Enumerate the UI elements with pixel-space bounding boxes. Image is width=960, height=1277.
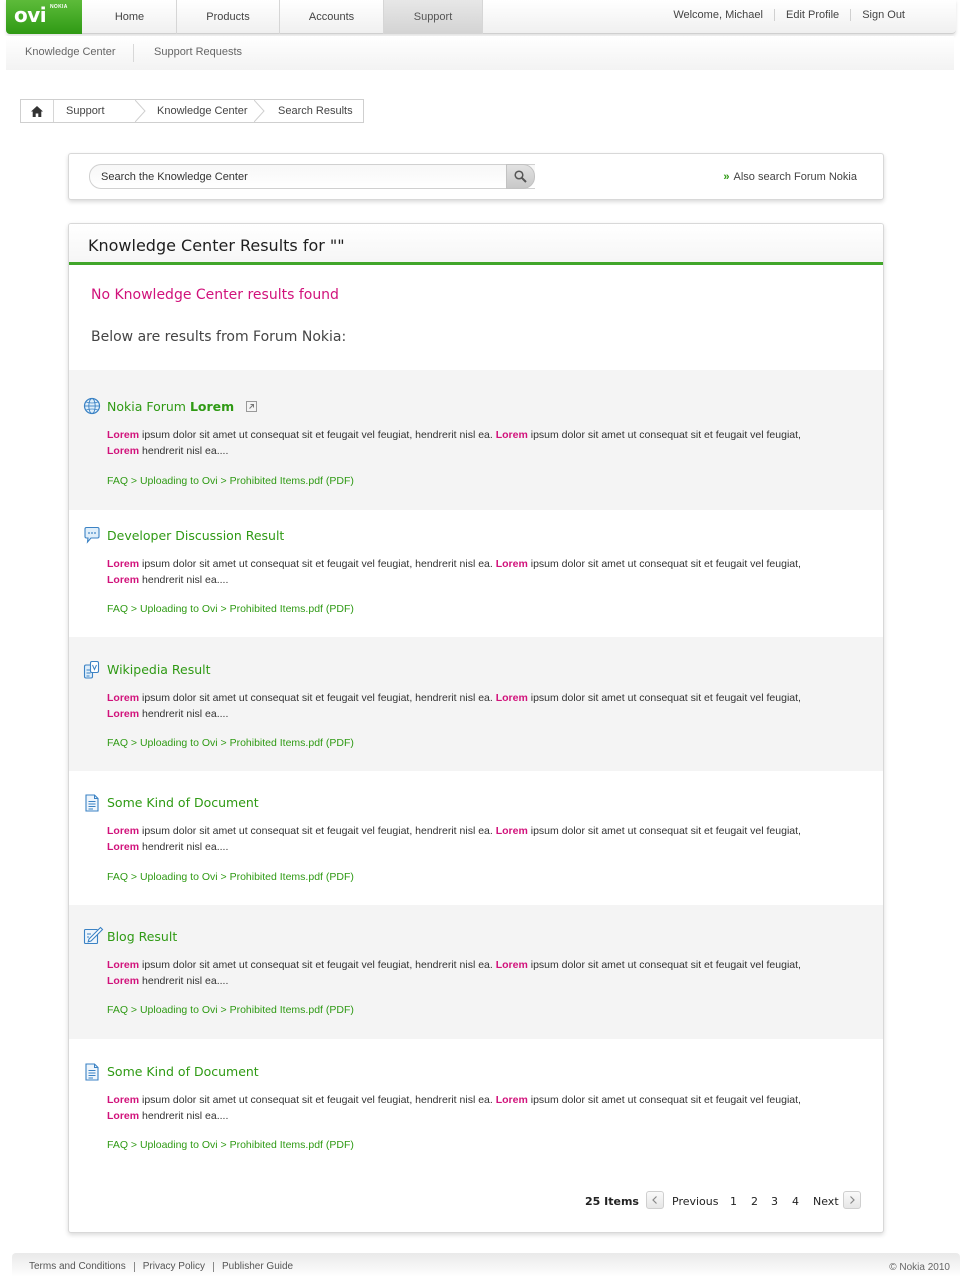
top-nav-bar: ovi NOKIA Home Products Accounts Support… bbox=[6, 0, 956, 34]
result-path-link[interactable]: FAQ > Uploading to Ovi > Prohibited Item… bbox=[107, 1004, 354, 1016]
logo-subtext: NOKIA bbox=[50, 4, 68, 10]
result-description: Lorem ipsum dolor sit amet ut consequat … bbox=[107, 692, 801, 720]
chevron-right-icon bbox=[850, 1196, 855, 1204]
terms-link[interactable]: Terms and Conditions bbox=[29, 1262, 134, 1272]
result-title-link[interactable]: Some Kind of Document bbox=[107, 1064, 259, 1079]
result-item: Some Kind of Document Lorem ipsum dolor … bbox=[69, 771, 883, 905]
next-arrow-button[interactable] bbox=[843, 1191, 861, 1209]
page-link-2[interactable]: 2 bbox=[751, 1195, 758, 1208]
blog-pencil-icon bbox=[83, 926, 104, 945]
globe-icon bbox=[83, 397, 101, 415]
result-title: Nokia Forum bbox=[107, 399, 186, 414]
search-button[interactable] bbox=[506, 164, 535, 189]
result-title-link[interactable]: Blog Result bbox=[107, 929, 177, 944]
privacy-link[interactable]: Privacy Policy bbox=[133, 1262, 213, 1272]
page-link-3[interactable]: 3 bbox=[771, 1195, 778, 1208]
tab-support[interactable]: Support bbox=[384, 0, 483, 34]
result-item: Nokia Forum Lorem Lorem ipsum dolor sit … bbox=[69, 370, 883, 510]
publisher-guide-link[interactable]: Publisher Guide bbox=[212, 1262, 301, 1272]
result-path-link[interactable]: FAQ > Uploading to Ovi > Prohibited Item… bbox=[107, 603, 354, 615]
also-search-forum-link[interactable]: » Also search Forum Nokia bbox=[723, 171, 857, 183]
result-description: Lorem ipsum dolor sit amet ut consequat … bbox=[107, 558, 801, 586]
footer: Terms and Conditions Privacy Policy Publ… bbox=[12, 1253, 960, 1277]
breadcrumb: Support Knowledge Center Search Results bbox=[20, 99, 364, 123]
no-results-message: No Knowledge Center results found bbox=[91, 287, 339, 303]
result-title: Some Kind of Document bbox=[107, 1064, 259, 1079]
tab-products[interactable]: Products bbox=[177, 0, 280, 34]
result-title: Blog Result bbox=[107, 929, 178, 944]
result-title-link[interactable]: Developer Discussion Result bbox=[107, 528, 284, 543]
sign-out-link[interactable]: Sign Out bbox=[850, 9, 916, 21]
also-search-label: Also search Forum Nokia bbox=[733, 171, 858, 183]
wikipedia-icon bbox=[83, 660, 100, 679]
external-link-icon bbox=[246, 401, 258, 412]
document-icon bbox=[85, 1063, 99, 1081]
double-chevron-icon: » bbox=[723, 171, 730, 183]
page-link-4[interactable]: 4 bbox=[792, 1195, 799, 1208]
result-item: Wikipedia Result Lorem ipsum dolor sit a… bbox=[69, 637, 883, 771]
home-icon[interactable] bbox=[21, 100, 54, 122]
previous-arrow-button[interactable] bbox=[646, 1191, 664, 1209]
speech-bubble-icon bbox=[84, 526, 100, 544]
result-title: Wikipedia Result bbox=[107, 662, 211, 677]
result-description: Lorem ipsum dolor sit amet ut consequat … bbox=[107, 429, 801, 457]
subnav-divider bbox=[133, 44, 134, 62]
user-links: Welcome, Michael Edit Profile Sign Out bbox=[662, 9, 916, 21]
result-item: Some Kind of Document Lorem ipsum dolor … bbox=[69, 1039, 883, 1173]
search-input[interactable] bbox=[89, 164, 535, 189]
result-title-link[interactable]: Nokia Forum Lorem bbox=[107, 399, 258, 414]
breadcrumb-knowledge-center[interactable]: Knowledge Center bbox=[141, 100, 265, 122]
breadcrumb-label: Knowledge Center bbox=[157, 105, 248, 117]
tab-accounts[interactable]: Accounts bbox=[280, 0, 384, 34]
result-title-highlight: Lorem bbox=[189, 399, 235, 414]
subnav-knowledge-center[interactable]: Knowledge Center bbox=[25, 46, 116, 58]
result-description: Lorem ipsum dolor sit amet ut consequat … bbox=[107, 825, 801, 853]
breadcrumb-label: Support bbox=[66, 105, 105, 117]
result-path-link[interactable]: FAQ > Uploading to Ovi > Prohibited Item… bbox=[107, 737, 354, 749]
result-path-link[interactable]: FAQ > Uploading to Ovi > Prohibited Item… bbox=[107, 475, 354, 487]
result-path-link[interactable]: FAQ > Uploading to Ovi > Prohibited Item… bbox=[107, 871, 354, 883]
footer-links: Terms and Conditions Privacy Policy Publ… bbox=[29, 1262, 301, 1272]
results-header: Knowledge Center Results for "" bbox=[69, 224, 883, 265]
logo-text: ovi bbox=[14, 3, 47, 27]
next-link[interactable]: Next bbox=[813, 1195, 839, 1208]
search-icon bbox=[514, 170, 527, 183]
forum-results-heading: Below are results from Forum Nokia: bbox=[91, 329, 347, 345]
breadcrumb-label: Search Results bbox=[278, 105, 353, 117]
result-title: Some Kind of Document bbox=[107, 795, 259, 810]
previous-link[interactable]: Previous bbox=[672, 1195, 719, 1208]
search-panel: »Also search Forum Nokia bbox=[68, 153, 884, 200]
result-title-link[interactable]: Some Kind of Document bbox=[107, 795, 259, 810]
welcome-text: Welcome, Michael bbox=[673, 9, 763, 21]
copyright: © Nokia 2010 bbox=[889, 1262, 950, 1273]
ovi-logo[interactable]: ovi NOKIA bbox=[6, 0, 82, 34]
breadcrumb-support[interactable]: Support bbox=[54, 100, 146, 122]
page-link-1[interactable]: 1 bbox=[730, 1195, 737, 1208]
breadcrumb-separator-icon bbox=[135, 100, 146, 122]
result-item: Blog Result Lorem ipsum dolor sit amet u… bbox=[69, 905, 883, 1039]
sub-nav: Knowledge Center Support Requests bbox=[6, 36, 954, 70]
breadcrumb-search-results: Search Results bbox=[260, 100, 363, 122]
edit-profile-link[interactable]: Edit Profile bbox=[773, 9, 850, 21]
chevron-left-icon bbox=[652, 1196, 657, 1204]
result-title-link[interactable]: Wikipedia Result bbox=[107, 662, 211, 677]
result-item: Developer Discussion Result Lorem ipsum … bbox=[69, 510, 883, 637]
result-path-link[interactable]: FAQ > Uploading to Ovi > Prohibited Item… bbox=[107, 1139, 354, 1151]
subnav-support-requests[interactable]: Support Requests bbox=[154, 46, 242, 58]
results-title: Knowledge Center Results for "" bbox=[88, 236, 345, 255]
main-nav-tabs: Home Products Accounts Support bbox=[83, 0, 483, 34]
result-description: Lorem ipsum dolor sit amet ut consequat … bbox=[107, 1094, 801, 1122]
pagination: 25 Items Previous 1 2 3 4 Next bbox=[69, 1191, 883, 1213]
result-description: Lorem ipsum dolor sit amet ut consequat … bbox=[107, 959, 801, 987]
document-icon bbox=[85, 794, 99, 812]
result-title: Developer Discussion Result bbox=[107, 528, 285, 543]
breadcrumb-separator-icon bbox=[254, 100, 265, 122]
tab-home[interactable]: Home bbox=[83, 0, 177, 34]
items-count: 25 Items bbox=[585, 1195, 639, 1208]
results-panel: Knowledge Center Results for "" No Knowl… bbox=[68, 223, 884, 1233]
